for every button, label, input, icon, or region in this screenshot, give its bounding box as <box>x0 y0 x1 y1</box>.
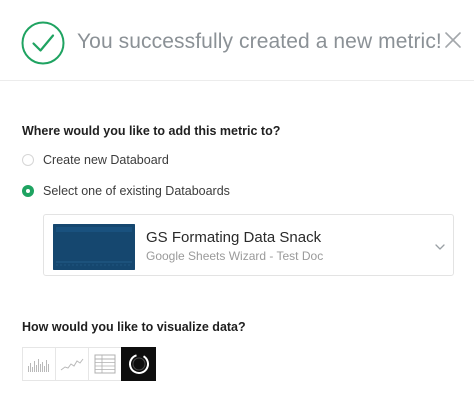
dialog-title: You successfully created a new metric! <box>77 30 442 53</box>
line-chart-icon <box>60 358 84 371</box>
databoard-dropdown[interactable]: GS Formating Data Snack Google Sheets Wi… <box>43 214 454 276</box>
radio-select-existing-databoard[interactable]: Select one of existing Databoards <box>22 182 230 200</box>
destination-question: Where would you like to add this metric … <box>22 124 281 138</box>
radio-label: Create new Databoard <box>43 153 169 167</box>
gauge-icon <box>129 354 149 374</box>
databoard-thumbnail <box>53 224 135 270</box>
databoard-subtitle: Google Sheets Wizard - Test Doc <box>146 249 324 263</box>
radio-create-new-databoard[interactable]: Create new Databoard <box>22 151 169 169</box>
close-icon[interactable] <box>444 31 462 49</box>
dialog-header: You successfully created a new metric! <box>0 0 474 81</box>
radio-button-selected[interactable] <box>22 185 34 197</box>
chevron-down-icon <box>435 244 445 250</box>
table-icon <box>94 354 116 374</box>
viz-option-line-chart[interactable] <box>55 347 88 381</box>
viz-option-gauge[interactable] <box>121 347 156 381</box>
metric-created-dialog: You successfully created a new metric! W… <box>0 0 474 403</box>
radio-button[interactable] <box>22 154 34 166</box>
viz-option-table[interactable] <box>88 347 121 381</box>
visualization-options <box>22 347 156 381</box>
radio-label: Select one of existing Databoards <box>43 184 230 198</box>
visualization-question: How would you like to visualize data? <box>22 320 246 334</box>
checkmark-circle-icon <box>21 21 65 65</box>
viz-option-bar-chart[interactable] <box>22 347 55 381</box>
bar-chart-icon <box>28 359 49 372</box>
databoard-name: GS Formating Data Snack <box>146 229 322 246</box>
